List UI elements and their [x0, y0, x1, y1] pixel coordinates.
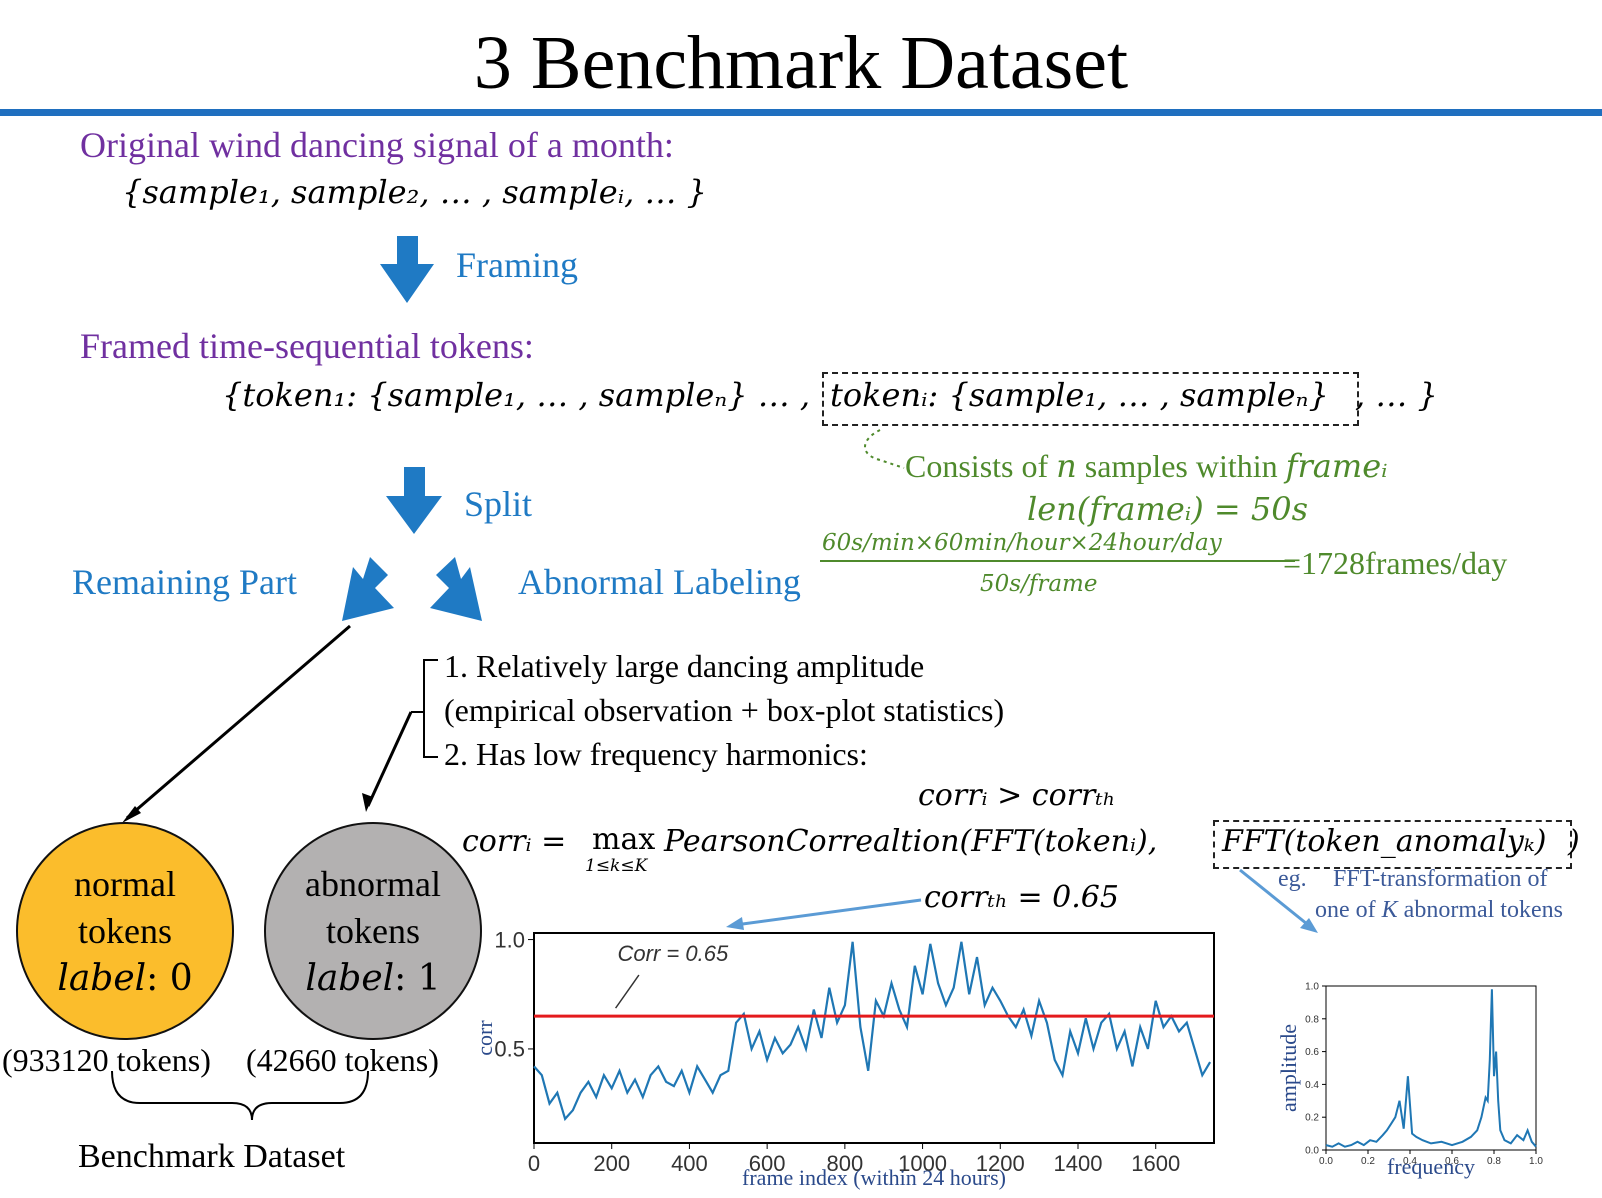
correlation-chart: 0 200 400 600 800 1000 1200 1400 16000.51.0Corr … [472, 927, 1215, 1190]
frame-note-line1: Consists of n samples within frameᵢ [905, 447, 1388, 485]
x-axis-label: frequency [1387, 1154, 1475, 1179]
criterion-amplitude: 1. Relatively large dancing amplitude [444, 648, 925, 684]
frame-length-formula: len(frameᵢ) = 50s [1027, 490, 1308, 528]
x-tick-label: 0.8 [1487, 1156, 1501, 1167]
y-tick-label: 0.0 [1305, 1146, 1319, 1157]
plot-frame [1325, 985, 1537, 1151]
y-tick-label: 1.0 [494, 927, 525, 952]
arrow-to-normal [126, 624, 351, 820]
abnormal-node-line2: tokens [326, 910, 420, 951]
remaining-part-label: Remaining Part [72, 562, 297, 602]
y-tick-label: 0.2 [1305, 1113, 1319, 1124]
benchmark-dataset-label: Benchmark Dataset [78, 1138, 346, 1175]
split-arrow [386, 467, 442, 534]
x-tick-label: 0.0 [1319, 1156, 1333, 1167]
corr-formula-boxed: FFT(token_anomalyₖ) [1222, 824, 1547, 859]
fft-caption-line1: FFT-transformation of [1333, 866, 1548, 892]
fraction-numerator: 60s/min×60min/hour×24hour/day [822, 530, 1222, 556]
corr-formula-end: ) [1568, 824, 1580, 859]
arrow-to-abnormal [366, 711, 413, 807]
normal-node-label: label: 0 [57, 957, 193, 999]
corr-condition: corrᵢ > corrₜₕ [918, 778, 1116, 813]
framed-tokens-set-left: {token₁: {sample₁, … , sampleₙ} … , [222, 376, 811, 414]
criterion-harmonics: 2. Has low frequency harmonics: [444, 736, 868, 772]
criterion-amplitude-note: (empirical observation + box-plot statis… [444, 692, 1005, 728]
framed-tokens-set-boxed: tokenᵢ: {sample₁, … , sampleₙ} [830, 376, 1329, 414]
abnormal-node-label: label: 1 [305, 957, 441, 999]
framed-tokens-heading: Framed time-sequential tokens: [80, 326, 534, 366]
fraction-denominator: 50s/frame [980, 571, 1098, 597]
y-axis-label: amplitude [1276, 1024, 1301, 1112]
framed-tokens-set-right: , … } [1355, 376, 1438, 414]
x-tick-label: 200 [593, 1151, 630, 1176]
x-axis-label: frame index (within 24 hours) [742, 1165, 1006, 1190]
corr-formula-left: corrᵢ = [462, 824, 567, 859]
y-axis-label: corr [472, 1020, 497, 1056]
data-series-line [533, 941, 1212, 1122]
y-tick-label: 0.8 [1305, 1014, 1319, 1025]
remaining-arrow [342, 557, 394, 621]
annotation-pointer [614, 974, 640, 1009]
corr-formula-max: max [592, 822, 656, 857]
framing-arrow [380, 236, 434, 303]
abnormal-tokens-node: abnormal tokens label: 1 [264, 822, 482, 1040]
x-tick-label: 1.0 [1529, 1156, 1543, 1167]
normal-token-count: (933120 tokens) [2, 1042, 211, 1078]
x-tick-label: 1600 [1131, 1151, 1180, 1176]
abnormal-token-count: (42660 tokens) [246, 1042, 439, 1078]
framing-label: Framing [456, 245, 578, 285]
threshold-annotation: Corr = 0.65 [618, 941, 729, 966]
fft-chart: 0.0 0.2 0.4 0.6 0.8 1.00.00.20.40.60.81.0freq… [1276, 982, 1543, 1180]
x-tick-label: 400 [671, 1151, 708, 1176]
y-tick-label: 0.4 [1305, 1080, 1319, 1091]
abnormal-labeling-arrow [430, 557, 482, 621]
normal-node-line2: tokens [78, 910, 172, 951]
corr-formula-mid: PearsonCorrealtion(FFT(tokenᵢ), [664, 824, 1158, 859]
criteria-bracket [411, 659, 438, 758]
frame-note-callout [864, 429, 905, 469]
y-tick-label: 0.6 [1305, 1047, 1319, 1058]
y-tick-label: 0.5 [494, 1037, 525, 1062]
split-label: Split [464, 484, 533, 524]
y-tick-label: 1.0 [1305, 982, 1319, 993]
abnormal-node-line1: abnormal [305, 863, 441, 904]
data-series-line [1325, 989, 1537, 1148]
x-tick-label: 0.2 [1361, 1156, 1375, 1167]
fft-caption-prefix: eg. [1278, 866, 1307, 892]
corr-formula-range: 1≤k≤K [585, 856, 648, 876]
x-tick-label: 1400 [1054, 1151, 1103, 1176]
frames-per-day: =1728frames/day [1283, 545, 1508, 581]
x-tick-label: 0 [528, 1151, 540, 1176]
normal-tokens-node: normal tokens label: 0 [16, 822, 234, 1040]
abnormal-labeling-label: Abnormal Labeling [518, 562, 801, 602]
normal-node-line1: normal [74, 863, 176, 904]
